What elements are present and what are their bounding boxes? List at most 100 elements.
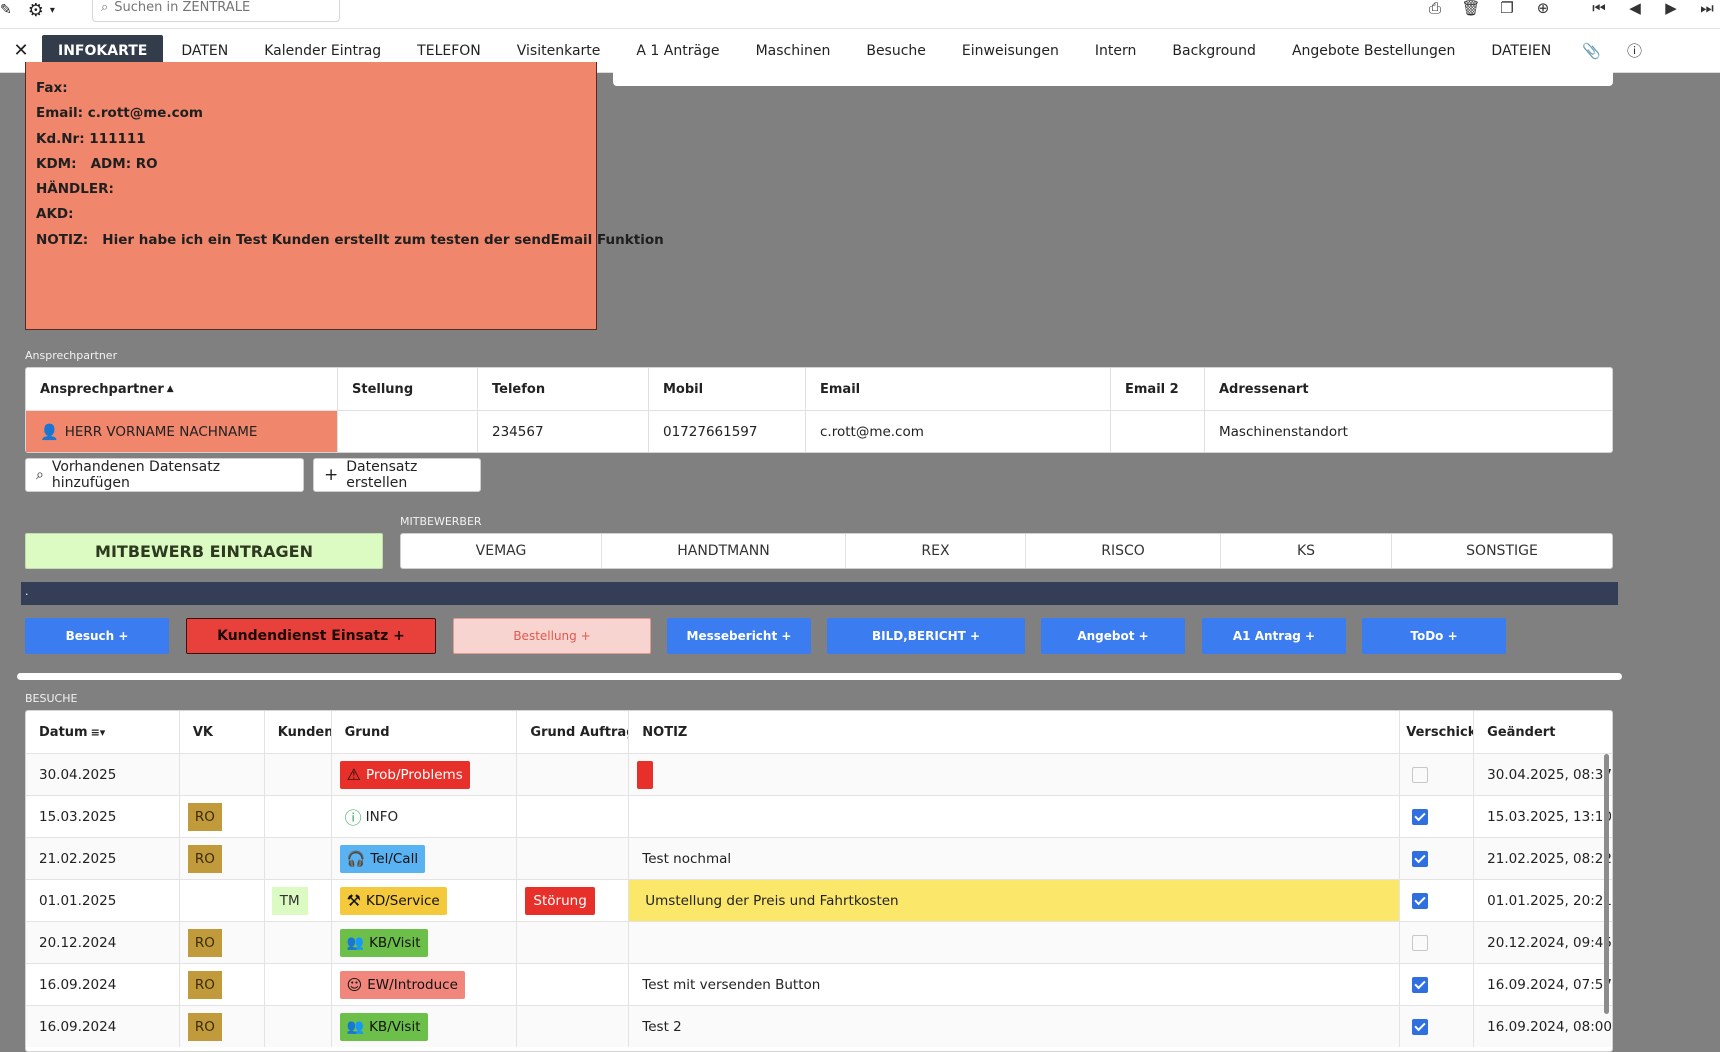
visit-kd [265, 838, 332, 879]
add-todo-button[interactable]: ToDo + [1362, 618, 1506, 654]
visit-geaendert: 15.03.2025, 13:10 [1487, 808, 1612, 825]
info-card: Fax: Email: c.rott@me.com Kd.Nr: 111111 … [25, 62, 664, 330]
info-icon[interactable]: ⓘ [1614, 40, 1655, 61]
add-visit-button[interactable]: Besuch + [25, 618, 169, 654]
column-header-stellung[interactable]: Stellung [338, 368, 478, 410]
column-header-telefon[interactable]: Telefon [478, 368, 649, 410]
gear-icon[interactable]: ⚙ [28, 0, 44, 21]
grund-badge: ⚠ Prob/Problems [339, 760, 470, 789]
contact-name-cell[interactable]: 👤 HERR VORNAME NACHNAME [26, 411, 338, 452]
verschickt-checkbox[interactable] [1412, 766, 1429, 783]
visit-verschickt [1400, 922, 1475, 963]
contact-email2 [1111, 411, 1205, 452]
visits-section-label: BESUCHE [25, 692, 78, 705]
visit-grund: 🎧 Tel/Call [332, 838, 518, 879]
visit-notiz: Test 2 [629, 1006, 1401, 1047]
visits-scrollbar[interactable] [1604, 754, 1609, 1014]
chevron-down-icon[interactable]: ▾ [50, 5, 55, 16]
table-row[interactable]: 15.03.2025 RO ⓘ INFO 15.03.2025, 13:10 [26, 795, 1612, 837]
table-row[interactable]: 16.09.2024 RO ☺ EW/Introduce Test mit ve… [26, 963, 1612, 1005]
column-header-mobil[interactable]: Mobil [649, 368, 806, 410]
tools-icon: ⚒ [346, 891, 361, 910]
grund-badge: 👥 KB/Visit [339, 928, 428, 957]
visit-grund: 👥 KB/Visit [332, 922, 518, 963]
add-existing-record-button[interactable]: ⌕ Vorhandenen Datensatz hinzufügen [25, 458, 304, 492]
user-circle-icon: ☺ [346, 975, 363, 994]
trash-icon[interactable]: 🗑 [1458, 0, 1484, 17]
visit-datum: 21.02.2025 [26, 838, 180, 879]
visit-notiz [629, 796, 1401, 837]
visit-geaendert: 16.09.2024, 07:57 [1487, 976, 1612, 993]
visit-verschickt [1400, 964, 1475, 1005]
visit-notiz [629, 922, 1401, 963]
paperclip-icon[interactable]: 📎 [1569, 42, 1614, 60]
column-header-vk[interactable]: VK [180, 711, 265, 753]
table-row[interactable]: 30.04.2025 ⚠ Prob/Problems 30.04.2025, 0… [26, 753, 1612, 795]
filter-sort-icon[interactable]: ≡▾ [91, 726, 106, 739]
add-a1-application-button[interactable]: A1 Antrag + [1202, 618, 1346, 654]
verschickt-checkbox[interactable] [1412, 976, 1429, 993]
search-box[interactable]: ⌕ [92, 0, 340, 22]
table-row[interactable]: 👤 HERR VORNAME NACHNAME 234567 017276615… [26, 410, 1612, 452]
competitor-vemag[interactable]: VEMAG [401, 534, 602, 568]
add-service-call-button[interactable]: Kundendienst Einsatz + [186, 618, 436, 654]
add-circle-icon[interactable]: ⊕ [1530, 0, 1556, 17]
add-order-button[interactable]: Bestellung + [453, 618, 651, 654]
visit-geaendert: 21.02.2025, 08:22 [1487, 850, 1612, 867]
visit-vk: RO [180, 796, 265, 837]
competitor-sonstige[interactable]: SONSTIGE [1392, 534, 1612, 568]
print-icon[interactable]: ⎙ [1422, 0, 1448, 17]
column-header-ansprechpartner[interactable]: Ansprechpartner ▲ [26, 368, 338, 410]
auftrag-badge: Störung [525, 886, 595, 915]
column-header-grund[interactable]: Grund [332, 711, 518, 753]
competitor-ks[interactable]: KS [1221, 534, 1392, 568]
competitor-handtmann[interactable]: HANDTMANN [602, 534, 846, 568]
column-header-kundendienst[interactable]: Kundend [265, 711, 332, 753]
last-record-icon[interactable]: ⏭ [1694, 0, 1720, 17]
visit-datum: 15.03.2025 [26, 796, 180, 837]
competitor-risco[interactable]: RISCO [1026, 534, 1221, 568]
verschickt-checkbox[interactable] [1412, 850, 1429, 867]
table-row[interactable]: 01.01.2025 TM ⚒ KD/Service Störung Umste… [26, 879, 1612, 921]
table-row[interactable]: 21.02.2025 RO 🎧 Tel/Call Test nochmal 21… [26, 837, 1612, 879]
prev-record-icon[interactable]: ◀ [1622, 0, 1648, 17]
verschickt-checkbox[interactable] [1412, 934, 1429, 951]
white-divider-bar [17, 673, 1622, 680]
column-header-geaendert[interactable]: Geändert [1474, 711, 1612, 753]
column-header-grund-auftrag[interactable]: Grund Auftrag [517, 711, 630, 753]
verschickt-checkbox[interactable] [1412, 1018, 1429, 1035]
competition-section-label: MITBEWERBER [400, 515, 482, 528]
visit-notiz: Test mit versenden Button [629, 964, 1401, 1005]
first-record-icon[interactable]: ⏮ [1586, 0, 1612, 17]
add-image-report-button[interactable]: BILD,BERICHT + [827, 618, 1025, 654]
add-existing-label: Vorhandenen Datensatz hinzufügen [51, 459, 221, 491]
verschickt-checkbox[interactable] [1412, 808, 1429, 825]
visit-vk: RO [180, 922, 265, 963]
column-header-email[interactable]: Email [806, 368, 1111, 410]
add-fair-report-button[interactable]: Messebericht + [667, 618, 811, 654]
table-row[interactable]: 20.12.2024 RO 👥 KB/Visit 20.12.2024, 09:… [26, 921, 1612, 963]
enter-competition-button[interactable]: MITBEWERB EINTRAGEN [25, 533, 383, 569]
table-row[interactable]: 16.09.2024 RO 👥 KB/Visit Test 2 16.09.20… [26, 1005, 1612, 1047]
column-header-email2[interactable]: Email 2 [1111, 368, 1205, 410]
competitor-rex[interactable]: REX [846, 534, 1026, 568]
copy-icon[interactable]: ❐ [1494, 0, 1520, 17]
next-record-icon[interactable]: ▶ [1658, 0, 1684, 17]
column-header-verschickt[interactable]: Verschick [1400, 711, 1475, 753]
edit-icon[interactable]: ✎ [0, 2, 12, 18]
column-header-datum[interactable]: Datum ≡▾ [26, 711, 180, 753]
add-offer-button[interactable]: Angebot + [1041, 618, 1185, 654]
visit-auftrag [517, 796, 630, 837]
column-header-notiz[interactable]: NOTIZ [629, 711, 1401, 753]
create-record-button[interactable]: + Datensatz erstellen [313, 458, 481, 492]
grund-badge: 👥 KB/Visit [339, 1012, 428, 1041]
visit-vk: RO [180, 964, 265, 1005]
verschickt-checkbox[interactable] [1412, 892, 1429, 909]
toolbar-left-icons: ✎ ⚙ ▾ [0, 0, 55, 21]
visit-verschickt [1400, 880, 1475, 921]
visit-vk [180, 754, 265, 795]
search-input[interactable] [114, 0, 315, 15]
close-icon[interactable]: ✕ [0, 40, 42, 61]
visit-verschickt [1400, 1006, 1475, 1047]
column-header-adressenart[interactable]: Adressenart [1205, 368, 1612, 410]
